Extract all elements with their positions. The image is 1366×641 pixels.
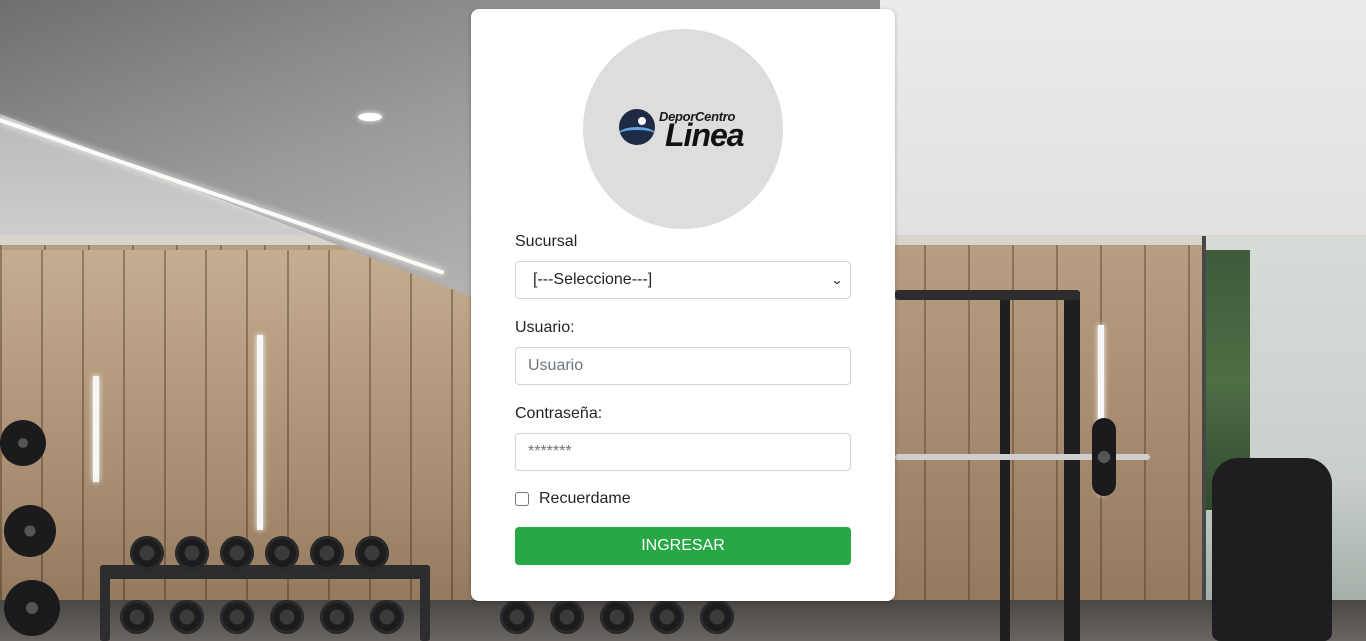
password-label: Contraseña: — [515, 405, 603, 422]
dumbbell — [500, 600, 534, 634]
dumbbell — [220, 536, 254, 570]
remember-label[interactable]: Recuerdame — [539, 490, 631, 508]
dumbbell — [700, 600, 734, 634]
chair — [1212, 458, 1332, 641]
power-rack-post — [1000, 292, 1010, 641]
dumbbell — [130, 536, 164, 570]
logo-bottom-text: Linea — [665, 117, 745, 153]
weight-plate — [4, 505, 56, 557]
login-card: DeporCentro Linea Sucursal [---Seleccion… — [471, 9, 895, 601]
wall-light — [257, 335, 263, 530]
username-input[interactable] — [515, 347, 851, 385]
wood-panel-left — [0, 250, 470, 641]
dumbbell — [550, 600, 584, 634]
power-rack-post — [1064, 292, 1080, 641]
weight-plate — [0, 420, 46, 466]
weight-plate — [4, 580, 60, 636]
dumbbell — [270, 600, 304, 634]
wave-logo-icon — [619, 109, 655, 145]
password-input[interactable] — [515, 433, 851, 471]
login-button[interactable]: INGRESAR — [515, 527, 851, 565]
branch-select-value: [---Seleccione---] — [533, 271, 653, 288]
barbell-plate — [1092, 418, 1116, 496]
chevron-down-icon: ⌄ — [830, 273, 844, 287]
dumbbell — [370, 600, 404, 634]
dumbbell — [175, 536, 209, 570]
rack-leg — [420, 565, 430, 641]
user-label: Usuario: — [515, 319, 575, 336]
branch-select[interactable]: [---Seleccione---] ⌄ — [515, 261, 851, 299]
ceiling-spotlight — [358, 113, 382, 121]
ceiling-right — [880, 0, 1366, 235]
remember-checkbox[interactable] — [515, 492, 529, 506]
branch-label: Sucursal — [515, 233, 578, 250]
dumbbell — [120, 600, 154, 634]
dumbbell — [265, 536, 299, 570]
dumbbell — [170, 600, 204, 634]
dumbbell — [600, 600, 634, 634]
pull-up-bar — [895, 290, 1080, 300]
dumbbell — [320, 600, 354, 634]
wall-light — [93, 376, 99, 482]
dumbbell — [220, 600, 254, 634]
dumbbell — [355, 536, 389, 570]
dumbbell — [310, 536, 344, 570]
logo-badge: DeporCentro Linea — [583, 29, 783, 229]
rack-leg — [100, 565, 110, 641]
dumbbell — [650, 600, 684, 634]
remember-row: Recuerdame — [515, 490, 631, 508]
